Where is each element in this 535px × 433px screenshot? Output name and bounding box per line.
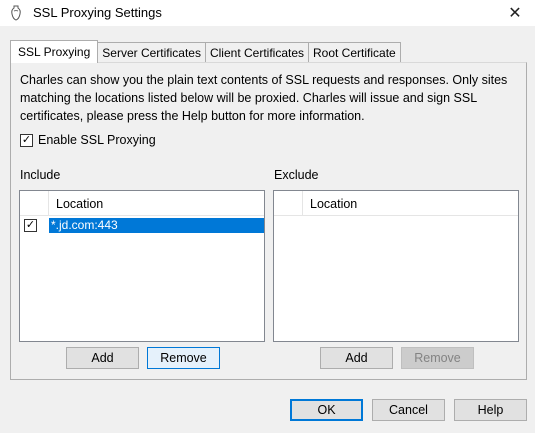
exclude-label: Exclude bbox=[274, 168, 319, 182]
column-separator bbox=[302, 191, 303, 216]
cancel-button[interactable]: Cancel bbox=[372, 399, 445, 421]
tab-server-certificates[interactable]: Server Certificates bbox=[97, 42, 206, 62]
dialog-body: SSL Proxying Server Certificates Client … bbox=[0, 26, 535, 433]
check-icon: ✓ bbox=[25, 219, 36, 231]
check-icon: ✓ bbox=[21, 133, 32, 146]
description-text: Charles can show you the plain text cont… bbox=[20, 73, 508, 123]
close-button[interactable]: ✕ bbox=[495, 0, 535, 26]
exclude-list[interactable]: Location bbox=[273, 190, 519, 342]
tab-client-certificates[interactable]: Client Certificates bbox=[204, 42, 309, 62]
enable-ssl-proxying-label: Enable SSL Proxying bbox=[38, 133, 156, 147]
exclude-remove-button: Remove bbox=[401, 347, 474, 369]
exclude-location-column-header[interactable]: Location bbox=[310, 197, 357, 211]
tab-panel: Charles can show you the plain text cont… bbox=[10, 62, 527, 380]
include-list-header: Location bbox=[20, 191, 264, 216]
include-add-button[interactable]: Add bbox=[66, 347, 139, 369]
exclude-add-button[interactable]: Add bbox=[320, 347, 393, 369]
tab-root-certificate[interactable]: Root Certificate bbox=[308, 42, 401, 62]
close-icon: ✕ bbox=[508, 5, 522, 22]
window-title: SSL Proxying Settings bbox=[33, 5, 162, 20]
title-bar: SSL Proxying Settings ✕ bbox=[0, 0, 535, 26]
include-row-checkbox[interactable]: ✓ bbox=[24, 219, 37, 232]
include-remove-button[interactable]: Remove bbox=[147, 347, 220, 369]
checkbox-box[interactable]: ✓ bbox=[24, 219, 37, 232]
tab-ssl-proxying[interactable]: SSL Proxying bbox=[10, 40, 99, 63]
exclude-list-header: Location bbox=[274, 191, 518, 216]
include-location-column-header[interactable]: Location bbox=[56, 197, 103, 211]
include-label: Include bbox=[20, 168, 61, 182]
checkbox-box[interactable]: ✓ bbox=[20, 133, 33, 147]
ok-button[interactable]: OK bbox=[290, 399, 363, 421]
enable-ssl-proxying-checkbox[interactable]: ✓ Enable SSL Proxying bbox=[20, 133, 156, 147]
charles-vase-icon bbox=[11, 5, 21, 21]
tab-bar: SSL Proxying Server Certificates Client … bbox=[10, 40, 401, 63]
include-row-location[interactable]: *.jd.com:443 bbox=[49, 218, 264, 233]
help-button[interactable]: Help bbox=[454, 399, 527, 421]
include-row[interactable]: ✓ *.jd.com:443 bbox=[20, 218, 264, 233]
column-separator bbox=[48, 191, 49, 216]
include-list[interactable]: Location ✓ *.jd.com:443 bbox=[19, 190, 265, 342]
